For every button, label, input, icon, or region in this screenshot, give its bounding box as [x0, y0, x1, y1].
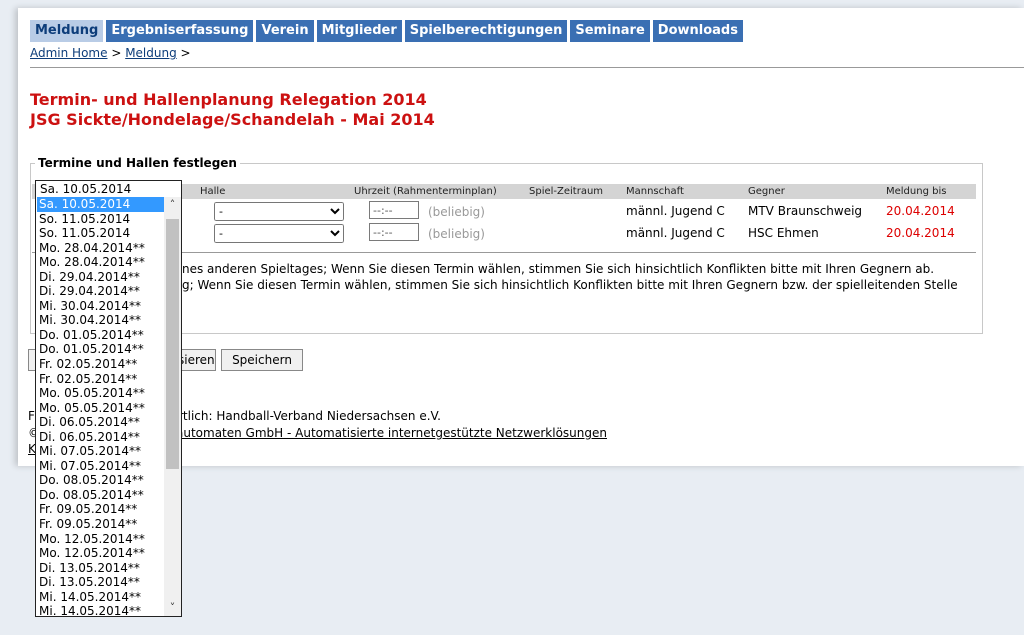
- save-button[interactable]: Speichern: [221, 349, 303, 371]
- date-option[interactable]: Mo. 28.04.2014**: [37, 255, 164, 270]
- date-option[interactable]: Di. 13.05.2014**: [37, 561, 164, 576]
- date-option[interactable]: Mo. 28.04.2014**: [37, 241, 164, 256]
- tab-mitglieder[interactable]: Mitglieder: [316, 20, 402, 42]
- mannschaft-cell: männl. Jugend C: [626, 226, 725, 240]
- breadcrumb-admin-home[interactable]: Admin Home: [30, 46, 108, 60]
- tab-seminare[interactable]: Seminare: [570, 20, 650, 42]
- header-spiel-zeitraum: Spiel-Zeitraum: [529, 186, 604, 197]
- date-option[interactable]: So. 11.05.2014: [37, 212, 164, 227]
- halle-select[interactable]: -: [214, 202, 344, 221]
- chevron-up-icon[interactable]: ˄: [166, 198, 179, 211]
- mannschaft-cell: männl. Jugend C: [626, 204, 725, 218]
- breadcrumb-separator: >: [107, 46, 126, 60]
- date-option[interactable]: Do. 08.05.2014**: [37, 488, 164, 503]
- date-option-list: Sa. 10.05.2014 So. 11.05.2014 So. 11.05.…: [37, 197, 164, 616]
- date-option[interactable]: Fr. 02.05.2014**: [37, 372, 164, 387]
- fieldset-legend: Termine und Hallen festlegen: [38, 156, 237, 170]
- tab-spielberechtigungen[interactable]: Spielberechtigungen: [404, 20, 568, 42]
- date-option[interactable]: Mi. 14.05.2014**: [37, 604, 164, 616]
- breadcrumb-separator: >: [176, 46, 191, 60]
- time-input[interactable]: --:--: [369, 223, 419, 241]
- tab-verein[interactable]: Verein: [256, 20, 314, 42]
- header-mannschaft: Mannschaft: [626, 186, 684, 197]
- footer-responsible: rtlich: Handball-Verband Niedersachsen e…: [178, 409, 441, 423]
- page-title-line1: Termin- und Hallenplanung Relegation 201…: [30, 90, 427, 109]
- meldung-bis-cell: 20.04.2014: [886, 226, 955, 240]
- date-option-highlighted[interactable]: Sa. 10.05.2014: [37, 197, 164, 212]
- header-meldung-bis: Meldung bis: [886, 186, 947, 197]
- date-option[interactable]: Do. 01.05.2014**: [37, 342, 164, 357]
- date-option[interactable]: Mi. 07.05.2014**: [37, 459, 164, 474]
- divider: [30, 67, 1024, 68]
- gegner-cell: MTV Braunschweig: [748, 204, 863, 218]
- header-gegner: Gegner: [748, 186, 785, 197]
- date-option[interactable]: Mo. 05.05.2014**: [37, 401, 164, 416]
- meldung-bis-cell: 20.04.2014: [886, 204, 955, 218]
- time-hint: (beliebig): [428, 227, 485, 241]
- tab-meldung[interactable]: Meldung: [30, 20, 104, 42]
- date-select-current[interactable]: Sa. 10.05.2014: [38, 182, 180, 196]
- footer-line-1-prefix: F: [28, 409, 35, 423]
- date-option[interactable]: Mo. 05.05.2014**: [37, 386, 164, 401]
- date-option[interactable]: Fr. 09.05.2014**: [37, 502, 164, 517]
- date-option[interactable]: Di. 13.05.2014**: [37, 575, 164, 590]
- main-nav: Meldung Ergebniserfassung Verein Mitglie…: [30, 20, 743, 42]
- gegner-cell: HSC Ehmen: [748, 226, 819, 240]
- date-option[interactable]: Mi. 30.04.2014**: [37, 299, 164, 314]
- tab-ergebniserfassung[interactable]: Ergebniserfassung: [106, 20, 254, 42]
- footer-copyright-link[interactable]: automaten GmbH - Automatisierte internet…: [176, 426, 607, 440]
- date-option[interactable]: Di. 29.04.2014**: [37, 284, 164, 299]
- date-option[interactable]: Di. 06.05.2014**: [37, 415, 164, 430]
- header-halle: Halle: [200, 186, 226, 197]
- listbox-scrollbar[interactable]: ˄ ˅: [164, 197, 181, 616]
- halle-select[interactable]: -: [214, 224, 344, 243]
- note-line-1: nes anderen Spieltages; Wenn Sie diesen …: [182, 262, 935, 276]
- date-option[interactable]: So. 11.05.2014: [37, 226, 164, 241]
- tab-downloads[interactable]: Downloads: [652, 20, 743, 42]
- date-option[interactable]: Mi. 30.04.2014**: [37, 313, 164, 328]
- chevron-down-icon[interactable]: ˅: [166, 601, 179, 614]
- header-uhrzeit: Uhrzeit (Rahmenterminplan): [354, 186, 497, 197]
- page-title: Termin- und Hallenplanung Relegation 201…: [30, 90, 435, 130]
- page-title-line2: JSG Sickte/Hondelage/Schandelah - Mai 20…: [30, 110, 435, 129]
- time-hint: (beliebig): [428, 205, 485, 219]
- date-option[interactable]: Fr. 09.05.2014**: [37, 517, 164, 532]
- date-option[interactable]: Mi. 14.05.2014**: [37, 590, 164, 605]
- date-option[interactable]: Mo. 12.05.2014**: [37, 546, 164, 561]
- date-option[interactable]: Mo. 12.05.2014**: [37, 532, 164, 547]
- time-input[interactable]: --:--: [369, 201, 419, 219]
- date-option[interactable]: Mi. 07.05.2014**: [37, 444, 164, 459]
- breadcrumb: Admin Home > Meldung >: [30, 46, 191, 60]
- breadcrumb-meldung[interactable]: Meldung: [125, 46, 177, 60]
- date-option[interactable]: Do. 08.05.2014**: [37, 473, 164, 488]
- note-line-2: g; Wenn Sie diesen Termin wählen, stimme…: [182, 278, 958, 292]
- footer-company-link[interactable]: automaten GmbH - Automatisierte internet…: [176, 426, 607, 440]
- date-option[interactable]: Do. 01.05.2014**: [37, 328, 164, 343]
- date-option[interactable]: Di. 29.04.2014**: [37, 270, 164, 285]
- date-option[interactable]: Fr. 02.05.2014**: [37, 357, 164, 372]
- scrollbar-thumb[interactable]: [166, 219, 179, 469]
- date-select-listbox[interactable]: Sa. 10.05.2014 Sa. 10.05.2014 So. 11.05.…: [35, 180, 182, 617]
- date-option[interactable]: Di. 06.05.2014**: [37, 430, 164, 445]
